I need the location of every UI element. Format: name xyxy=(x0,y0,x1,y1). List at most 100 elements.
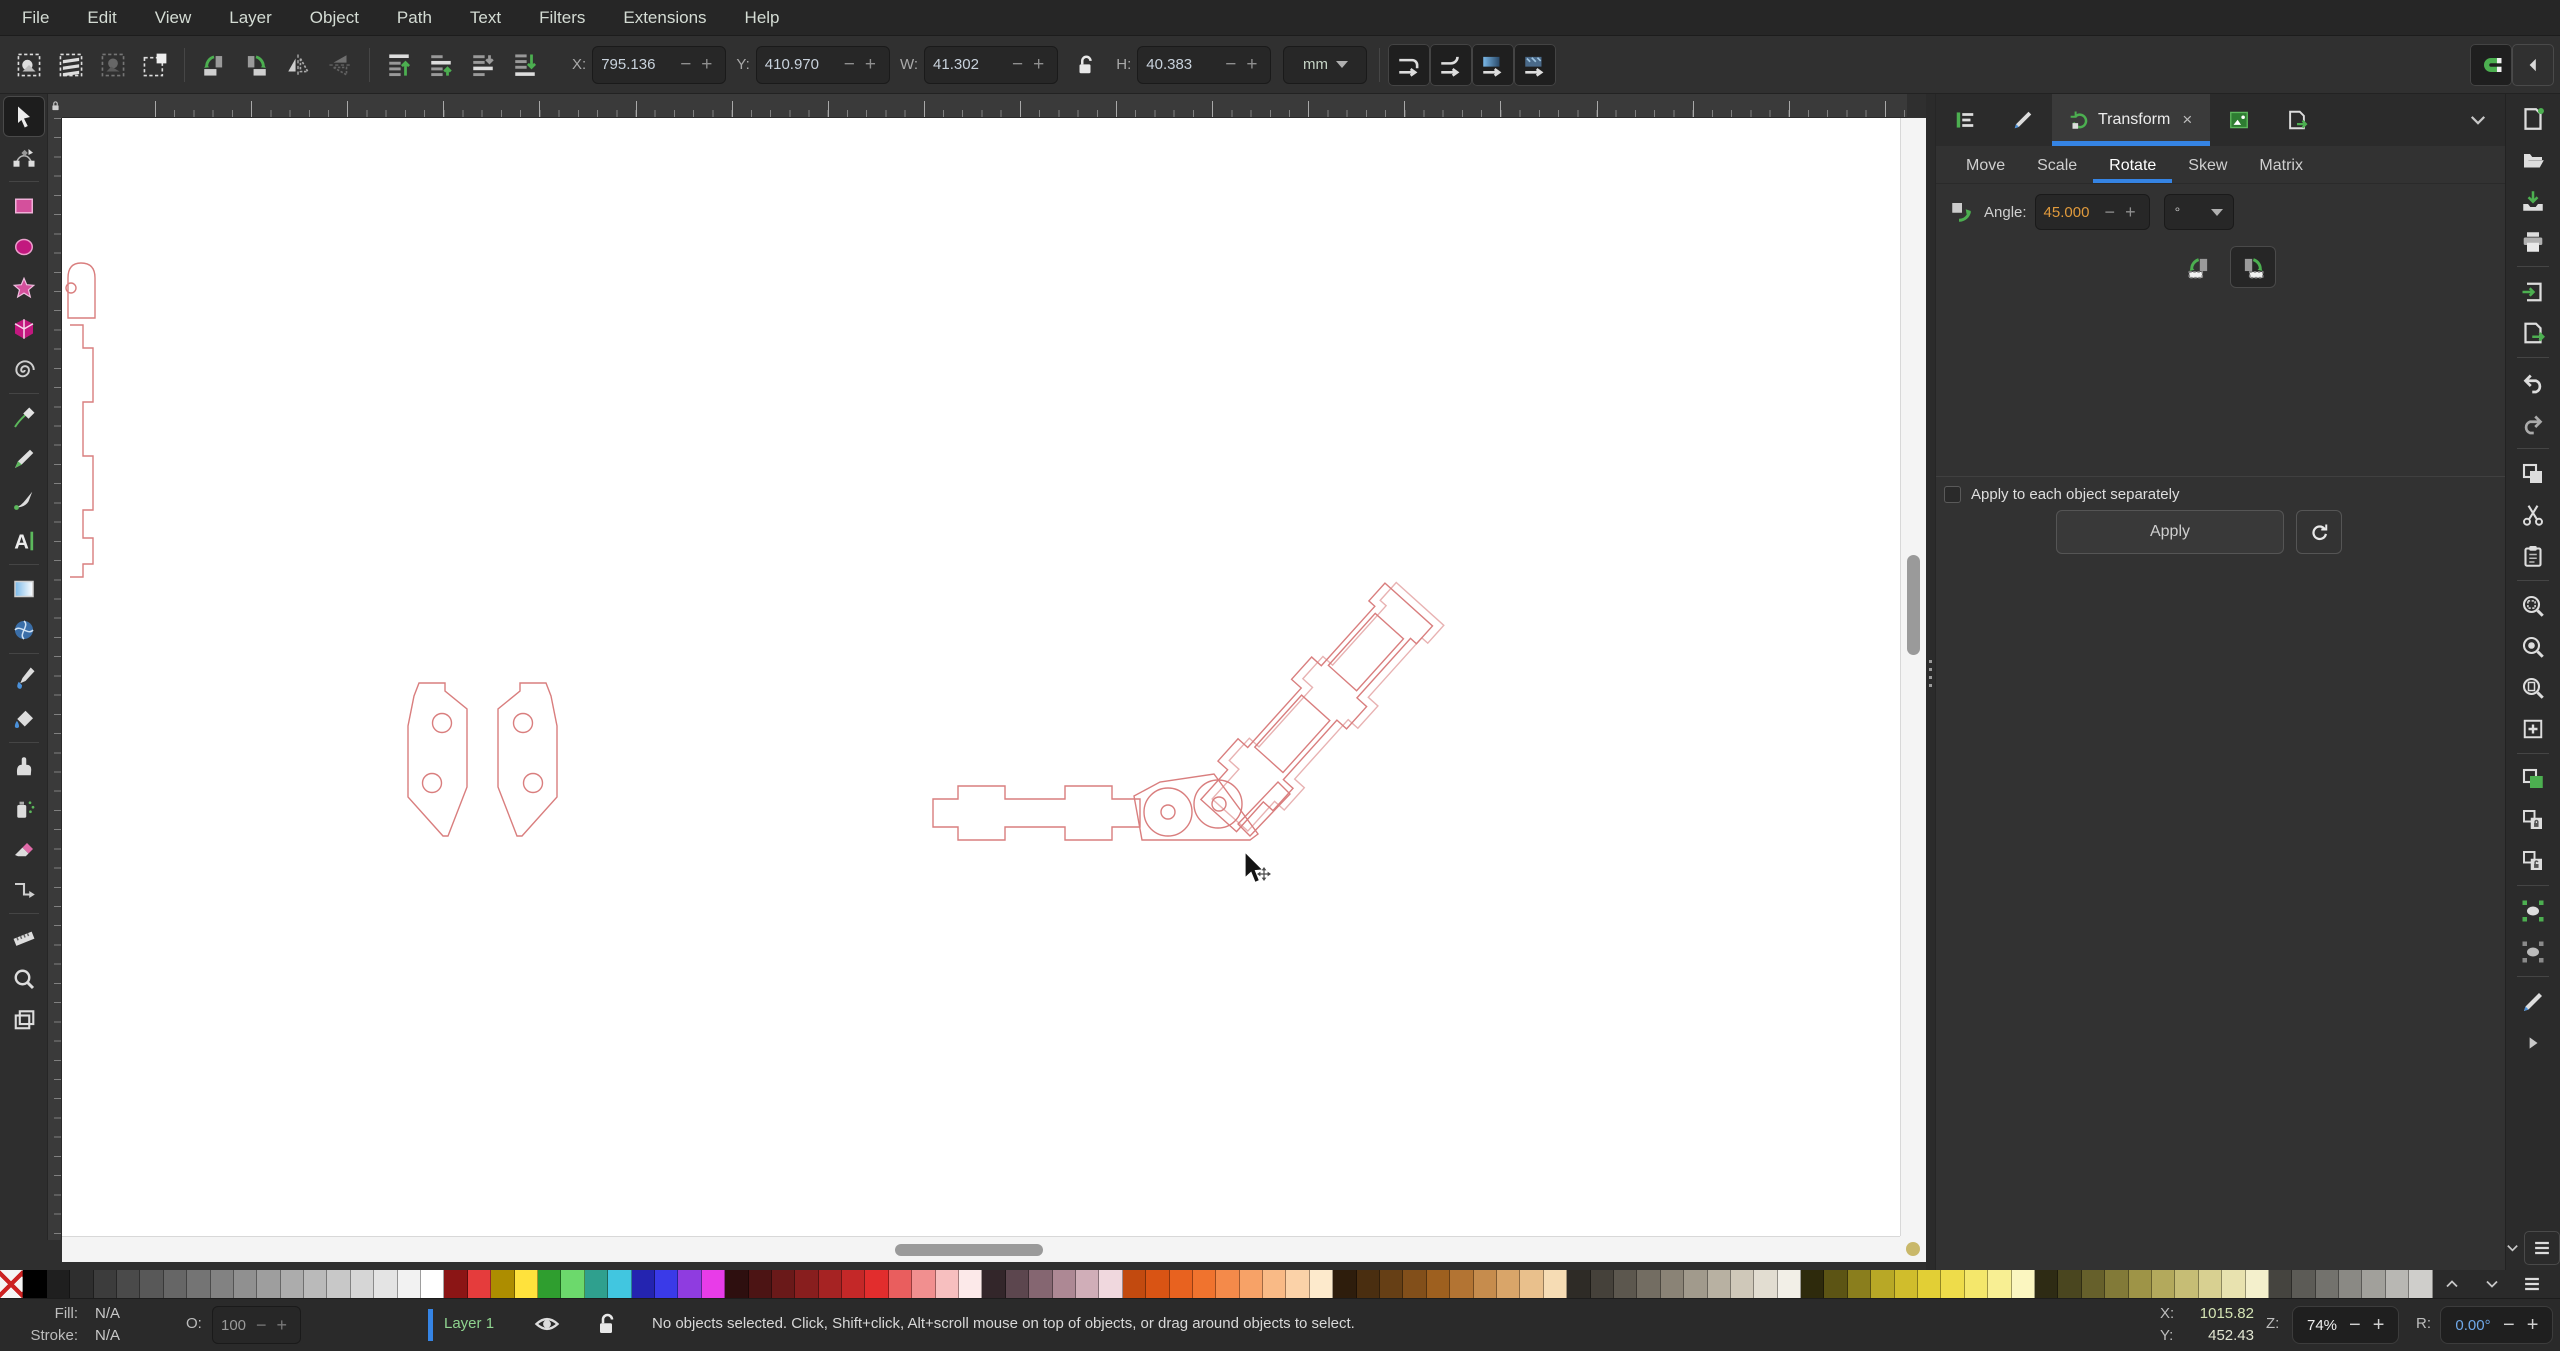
layer-name[interactable]: Layer 1 xyxy=(444,1315,494,1332)
dock-tab-trace[interactable] xyxy=(2210,94,2268,146)
rotation-decrement[interactable]: − xyxy=(2497,1314,2521,1337)
palette-swatch[interactable] xyxy=(468,1270,491,1298)
rotate-ccw-direction-button[interactable] xyxy=(2176,246,2222,288)
w-increment[interactable]: + xyxy=(1028,54,1049,76)
palette-swatch[interactable] xyxy=(2246,1270,2269,1298)
dock-collapse-button[interactable] xyxy=(2450,94,2506,146)
raise-button[interactable] xyxy=(420,44,462,86)
rotate-90-cw-button[interactable] xyxy=(235,44,277,86)
new-document-button[interactable] xyxy=(2511,98,2555,139)
shape-tabbed-strip[interactable] xyxy=(70,325,93,577)
palette-swatch[interactable] xyxy=(23,1270,46,1298)
palette-swatch[interactable] xyxy=(2058,1270,2081,1298)
open-document-button[interactable] xyxy=(2511,139,2555,180)
palette-swatch[interactable] xyxy=(1731,1270,1754,1298)
tool-ellipse[interactable] xyxy=(3,226,45,267)
toolbar-collapse-button[interactable] xyxy=(2512,44,2554,86)
vertical-scrollbar[interactable] xyxy=(1900,118,1926,1236)
palette-swatch[interactable] xyxy=(2409,1270,2432,1298)
palette-swatch[interactable] xyxy=(304,1270,327,1298)
palette-swatch[interactable] xyxy=(1263,1270,1286,1298)
layer-lock-toggle[interactable] xyxy=(594,1311,618,1341)
flip-horizontal-button[interactable] xyxy=(277,44,319,86)
palette-swatch[interactable] xyxy=(1941,1270,1964,1298)
palette-swatch[interactable] xyxy=(1240,1270,1263,1298)
menu-filters[interactable]: Filters xyxy=(539,8,585,28)
color-management-toggle[interactable] xyxy=(1900,1236,1926,1262)
palette-swatch[interactable] xyxy=(608,1270,631,1298)
apply-button[interactable]: Apply xyxy=(2056,510,2284,554)
palette-swatch[interactable] xyxy=(1403,1270,1426,1298)
palette-swatch[interactable] xyxy=(1006,1270,1029,1298)
menu-file[interactable]: File xyxy=(22,8,49,28)
palette-menu-button[interactable] xyxy=(2512,1270,2552,1298)
tool-rectangle[interactable] xyxy=(3,185,45,226)
palette-swatch[interactable] xyxy=(2269,1270,2292,1298)
angle-unit-dropdown[interactable]: ° xyxy=(2164,194,2234,230)
palette-swatch[interactable] xyxy=(912,1270,935,1298)
redo-button[interactable] xyxy=(2511,403,2555,444)
palette-swatch[interactable] xyxy=(515,1270,538,1298)
tool-gradient[interactable] xyxy=(3,568,45,609)
palette-swatch[interactable] xyxy=(1895,1270,1918,1298)
print-button[interactable] xyxy=(2511,221,2555,262)
palette-swatch[interactable] xyxy=(281,1270,304,1298)
palette-swatch[interactable] xyxy=(2129,1270,2152,1298)
import-button[interactable] xyxy=(2511,271,2555,312)
menu-edit[interactable]: Edit xyxy=(87,8,116,28)
palette-swatch[interactable] xyxy=(772,1270,795,1298)
flip-vertical-button[interactable] xyxy=(319,44,361,86)
w-input[interactable]: 41.302 − + xyxy=(924,46,1058,84)
palette-swatch[interactable] xyxy=(398,1270,421,1298)
unit-dropdown[interactable]: mm xyxy=(1283,46,1367,84)
palette-swatch[interactable] xyxy=(2199,1270,2222,1298)
palette-swatch[interactable] xyxy=(421,1270,444,1298)
tab-rotate[interactable]: Rotate xyxy=(2093,151,2172,183)
snap-toggle[interactable] xyxy=(2470,44,2512,86)
palette-swatch[interactable] xyxy=(1684,1270,1707,1298)
y-input[interactable]: 410.970 − + xyxy=(756,46,890,84)
palette-swatch[interactable] xyxy=(2339,1270,2362,1298)
tool-pencil[interactable] xyxy=(3,438,45,479)
scale-corners-toggle[interactable] xyxy=(1430,44,1472,86)
angle-increment[interactable]: + xyxy=(2120,202,2141,223)
menu-layer[interactable]: Layer xyxy=(229,8,272,28)
cut-button[interactable] xyxy=(2511,494,2555,535)
tool-spray[interactable] xyxy=(3,787,45,828)
rotate-90-ccw-button[interactable] xyxy=(193,44,235,86)
menu-object[interactable]: Object xyxy=(310,8,359,28)
select-all-layers-button[interactable] xyxy=(50,44,92,86)
vertical-scrollbar-thumb[interactable] xyxy=(1907,555,1920,655)
rotation-increment[interactable]: + xyxy=(2521,1314,2545,1337)
copy-button[interactable] xyxy=(2511,453,2555,494)
x-increment[interactable]: + xyxy=(696,54,717,76)
tool-star[interactable] xyxy=(3,267,45,308)
palette-swatch[interactable] xyxy=(1333,1270,1356,1298)
lower-to-bottom-button[interactable] xyxy=(504,44,546,86)
command-bar-menu-button[interactable] xyxy=(2524,1231,2560,1265)
palette-swatch[interactable] xyxy=(819,1270,842,1298)
vertical-ruler[interactable] xyxy=(48,118,62,1240)
horizontal-scrollbar-thumb[interactable] xyxy=(895,1244,1043,1256)
palette-swatch[interactable] xyxy=(70,1270,93,1298)
tool-dropper[interactable] xyxy=(3,657,45,698)
palette-swatch[interactable] xyxy=(1544,1270,1567,1298)
zoom-to-page-button[interactable] xyxy=(2511,667,2555,708)
shape-arm-beam[interactable] xyxy=(933,786,1140,840)
menu-view[interactable]: View xyxy=(155,8,192,28)
menu-text[interactable]: Text xyxy=(470,8,501,28)
palette-swatch[interactable] xyxy=(1146,1270,1169,1298)
fill-stroke-values[interactable]: N/A N/A xyxy=(95,1303,120,1347)
palette-swatch[interactable] xyxy=(1591,1270,1614,1298)
menu-path[interactable]: Path xyxy=(397,8,432,28)
tool-box-3d[interactable] xyxy=(3,308,45,349)
tool-selector[interactable] xyxy=(3,96,45,137)
raise-to-top-button[interactable] xyxy=(378,44,420,86)
palette-swatch[interactable] xyxy=(936,1270,959,1298)
palette-swatch[interactable] xyxy=(1497,1270,1520,1298)
opacity-decrement[interactable]: − xyxy=(251,1315,272,1336)
opacity-increment[interactable]: + xyxy=(272,1315,293,1336)
palette-swatch[interactable] xyxy=(257,1270,280,1298)
palette-swatch[interactable] xyxy=(1988,1270,2011,1298)
menu-help[interactable]: Help xyxy=(745,8,780,28)
